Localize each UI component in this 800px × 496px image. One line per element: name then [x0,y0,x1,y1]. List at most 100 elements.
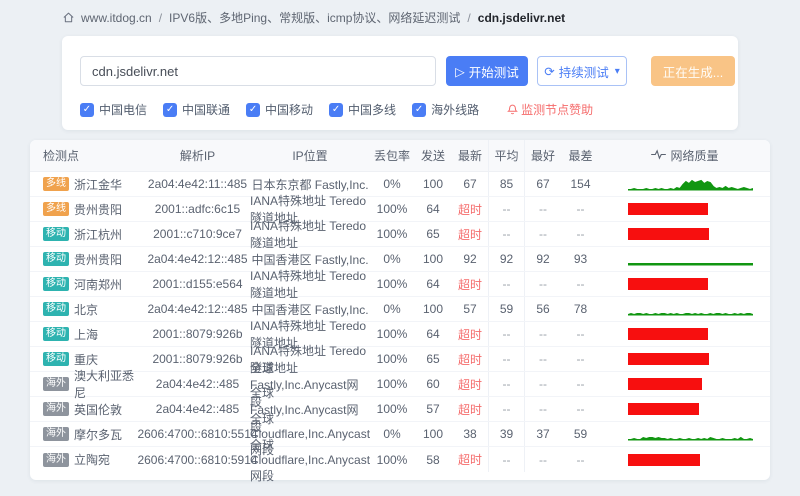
quality-cell [600,322,770,346]
best-latency: -- [524,197,561,221]
test-control-panel: ▷ 开始测试 ⟳ 持续测试 ▾ 正在生成... ✓中国电信✓中国联通✓中国移动✓… [62,36,738,130]
col-header-label: 平均 [494,149,519,163]
checkbox-label: 海外线路 [431,103,480,117]
table-row: 移动 贵州贵阳 2a04:4e42:12::485 中国香港区 Fastly,Inc.… [30,247,770,272]
continuous-test-button[interactable]: ⟳ 持续测试 ▾ [537,56,627,86]
avg-latency: -- [488,222,524,246]
checkbox-checked-icon: ✓ [246,102,261,117]
line-type-badge: 海外 [43,402,69,416]
node-name: 上海 [74,327,99,342]
col-header-label: 发送 [420,149,445,163]
line-type-badge: 多线 [43,177,69,191]
avg-latency: -- [488,322,524,346]
host-input[interactable] [80,56,436,86]
worst-latency: -- [576,452,585,467]
col-header-label: 丢包率 [373,149,410,163]
best-latency: -- [524,447,561,472]
latest-latency: 57 [463,302,477,316]
play-icon: ▷ [455,64,465,79]
quality-sparkline [628,263,753,266]
latest-latency: 67 [463,177,477,191]
latest-latency: 超时 [457,402,482,417]
table-row: 移动 浙江杭州 2001::c710:9ce7 IANA特殊地址 Teredo隧道地址… [30,219,770,250]
quality-loss-bar [628,228,709,240]
checkbox-item-china-multiline[interactable]: ✓ 中国多线 [329,101,396,118]
quality-cell [600,347,770,371]
latest-latency: 38 [463,427,477,441]
col-header-label: IP位置 [292,149,328,163]
table-body: 多线 浙江金华 2a04:4e42:11::485 日本东京都 Fastly,Inc.… [30,172,770,483]
continuous-test-label: 持续测试 [558,65,609,80]
latest-latency: 超时 [457,227,482,242]
worst-latency: -- [576,352,585,366]
resolved-ip: 2606:4700::6810:5514 [137,427,258,441]
resolved-ip: 2001::8079:926b [152,352,243,366]
breadcrumb-site[interactable]: www.itdog.cn [81,11,152,25]
table-row: 海外 英国伦敦 2a04:4e42::485 全球 Fastly,Inc.Anycas… [30,386,770,434]
node-name: 浙江杭州 [74,227,123,242]
table-row: 海外 摩尔多瓦 2606:4700::6810:5514 全球 Cloudflare,… [30,412,770,457]
sent-count: 57 [426,402,440,416]
sent-count: 65 [426,352,440,366]
ip-location: 全球 Cloudflare,Inc.Anycast网段 [249,437,371,483]
generating-button[interactable]: 正在生成... [651,56,735,86]
latest-latency: 超时 [457,277,482,292]
loss-rate: 100% [376,277,408,291]
refresh-icon: ⟳ [544,64,555,79]
node-name: 摩尔多瓦 [74,427,123,442]
sent-count: 64 [426,327,440,341]
best-latency: 37 [524,422,561,446]
quality-cell [600,222,770,246]
generating-label: 正在生成... [662,65,724,80]
best-latency: -- [524,272,561,296]
resolved-ip: 2606:4700::6810:5914 [137,452,258,467]
checkbox-item-china-telecom[interactable]: ✓ 中国电信 [80,101,147,118]
quality-cell [600,172,770,196]
breadcrumb-current-host: cdn.jsdelivr.net [477,10,566,25]
node-cell: 移动 河南郑州 [30,272,145,296]
worst-latency: -- [576,327,585,341]
loss-rate: 100% [376,452,408,467]
quality-cell [600,247,770,271]
checkbox-item-china-mobile[interactable]: ✓ 中国移动 [246,101,313,118]
quality-loss-bar [628,403,699,415]
col-header-label: 最新 [457,149,482,163]
best-latency: -- [524,397,561,421]
quality-loss-bar [628,278,708,290]
avg-latency: 85 [488,172,524,196]
node-cell: 移动 贵州贵阳 [30,247,145,271]
table-row: 多线 贵州贵阳 2001::adfc:6c15 IANA特殊地址 Teredo隧道地址… [30,194,770,225]
col-header-label: 检测点 [43,149,80,163]
checkbox-item-overseas-line[interactable]: ✓ 海外线路 [412,101,479,118]
col-header-label: 最好 [530,149,555,163]
results-table: 检测点 解析IP IP位置 丢包率 发送 最新 平均 最好 最差 网络质量 多线 浙江金华 2a04:… [30,139,770,483]
table-row: 移动 北京 2a04:4e42:12::485 中国香港区 Fastly,Inc. 0%… [30,297,770,322]
worst-latency: 154 [570,177,591,191]
node-cell: 移动 北京 [30,297,145,321]
worst-latency: -- [576,202,585,216]
col-header-location: IP位置 [250,140,370,172]
sent-count: 60 [426,377,440,391]
checkbox-label: 中国联通 [182,103,231,117]
best-latency: 92 [524,247,561,271]
table-row: 海外 澳大利亚悉尼 2a04:4e42::485 全球 Fastly,Inc.Anyc… [30,361,770,409]
loss-rate: 0% [383,177,401,191]
sponsor-node-link[interactable]: 监测节点赞助 [507,101,593,118]
col-header-ip: 解析IP [145,140,250,172]
best-latency: 56 [524,297,561,321]
col-header-label: 最差 [568,149,593,163]
resolved-ip: 2a04:4e42::485 [155,402,240,416]
table-row: 移动 上海 2001::8079:926b IANA特殊地址 Teredo隧道地址 10… [30,319,770,350]
line-type-badge: 海外 [43,427,69,441]
checkbox-item-china-unicom[interactable]: ✓ 中国联通 [163,101,230,118]
worst-latency: 93 [573,252,588,266]
checkbox-label: 中国多线 [348,103,397,117]
resolved-ip: 2001::d155:e564 [152,277,243,291]
start-test-label: 开始测试 [468,65,519,80]
quality-loss-bar [628,328,708,340]
sent-count: 100 [422,302,444,316]
pulse-icon [651,148,667,163]
resolved-ip: 2a04:4e42:11::485 [147,177,248,191]
start-test-button[interactable]: ▷ 开始测试 [446,56,528,86]
col-header-sent: 发送 [414,140,452,172]
